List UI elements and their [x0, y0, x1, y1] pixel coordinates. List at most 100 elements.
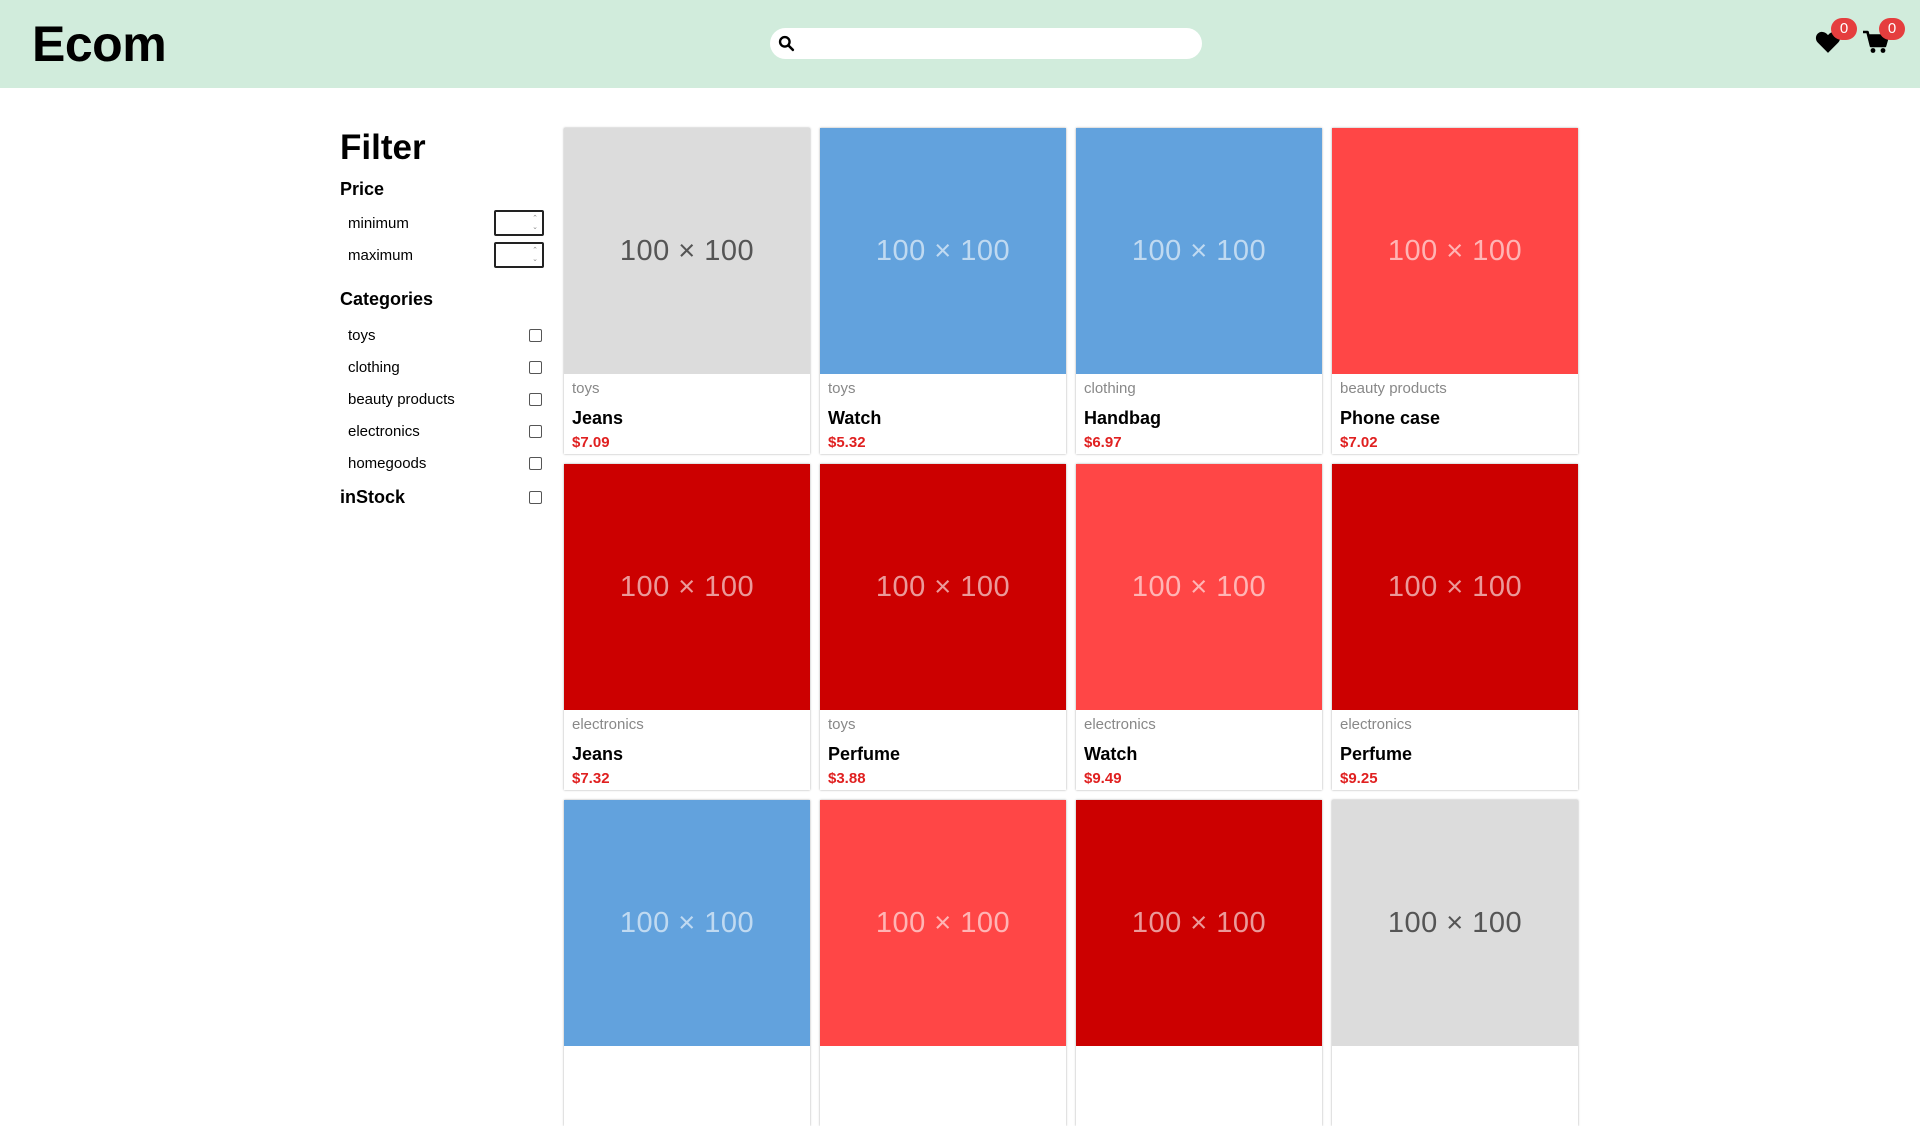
product-category: electronics [1084, 716, 1156, 733]
product-image-text: 100 × 100 [619, 570, 755, 603]
product-price: $3.88 [828, 770, 866, 787]
max-price-label: maximum [348, 247, 414, 264]
product-image[interactable]: 100 × 100 [1076, 800, 1322, 1046]
search-input[interactable] [802, 32, 1192, 55]
filter-title: Filter [340, 128, 426, 167]
instock-row: inStock [340, 482, 545, 514]
product-card[interactable]: 100 × 100 [820, 800, 1066, 1126]
product-category: toys [828, 380, 856, 397]
product-card[interactable]: 100 × 100 clothing Handbag $6.97 [1076, 128, 1322, 454]
category-checkbox[interactable] [529, 393, 542, 406]
product-price: $9.25 [1340, 770, 1378, 787]
product-image-text: 100 × 100 [1131, 906, 1267, 939]
product-image[interactable]: 100 × 100 [820, 800, 1066, 1046]
category-label: clothing [348, 359, 400, 376]
category-checkbox[interactable] [529, 457, 542, 470]
product-name: Perfume [828, 744, 901, 764]
header: Ecom 0 0 [0, 0, 1920, 88]
categories-title: Categories [340, 289, 434, 309]
category-checkbox[interactable] [529, 329, 542, 342]
category-label: homegoods [348, 455, 427, 472]
instock-checkbox[interactable] [529, 491, 542, 504]
product-image-text: 100 × 100 [1131, 570, 1267, 603]
min-price-label: minimum [348, 215, 409, 232]
category-checkbox[interactable] [529, 361, 542, 374]
min-price-input[interactable]: ⌃ ⌄ [494, 210, 544, 236]
product-category: beauty products [1340, 380, 1447, 397]
cart-count-badge: 0 [1879, 18, 1905, 40]
logo[interactable]: Ecom [32, 14, 167, 74]
product-image[interactable]: 100 × 100 [564, 800, 810, 1046]
product-price: $5.32 [828, 434, 866, 451]
product-image[interactable]: 100 × 100 [1332, 800, 1578, 1046]
product-price: $7.02 [1340, 434, 1378, 451]
product-image-text: 100 × 100 [875, 906, 1011, 939]
category-row[interactable]: toys [340, 320, 545, 352]
stepper-icon[interactable]: ⌃ ⌄ [531, 246, 539, 264]
product-name: Jeans [572, 744, 624, 764]
product-price: $7.32 [572, 770, 610, 787]
product-image[interactable]: 100 × 100 [1076, 464, 1322, 710]
product-card[interactable]: 100 × 100 [564, 800, 810, 1126]
wishlist-count-badge: 0 [1831, 18, 1857, 40]
search-bar[interactable] [770, 28, 1202, 59]
category-row[interactable]: electronics [340, 416, 545, 448]
category-row[interactable]: beauty products [340, 384, 545, 416]
min-price-row: minimum ⌃ ⌄ [340, 208, 545, 240]
product-category: electronics [572, 716, 644, 733]
product-image-text: 100 × 100 [619, 906, 755, 939]
product-card[interactable]: 100 × 100 toys Jeans $7.09 [564, 128, 810, 454]
category-checkbox[interactable] [529, 425, 542, 438]
product-name: Watch [1084, 744, 1138, 764]
product-price: $7.09 [572, 434, 610, 451]
product-name: Phone case [1340, 408, 1441, 428]
product-grid: 100 × 100 toys Jeans $7.09 100 × 100 toys Watc… [564, 128, 1578, 1126]
product-card[interactable]: 100 × 100 toys Perfume $3.88 [820, 464, 1066, 790]
price-title: Price [340, 179, 385, 199]
product-card[interactable]: 100 × 100 electronics Watch $9.49 [1076, 464, 1322, 790]
max-price-input[interactable]: ⌃ ⌄ [494, 242, 544, 268]
product-name: Jeans [572, 408, 624, 428]
product-image-text: 100 × 100 [875, 570, 1011, 603]
filter-sidebar: Filter Price minimum ⌃ ⌄ maximum ⌃ ⌄ Categ… [340, 126, 545, 514]
product-image-text: 100 × 100 [875, 234, 1011, 267]
product-price: $9.49 [1084, 770, 1122, 787]
stepper-icon[interactable]: ⌃ ⌄ [531, 214, 539, 232]
product-image[interactable]: 100 × 100 [1332, 464, 1578, 710]
product-category: toys [572, 380, 600, 397]
product-image[interactable]: 100 × 100 [820, 128, 1066, 374]
search-icon[interactable] [778, 35, 795, 52]
product-image-text: 100 × 100 [619, 234, 755, 267]
product-image[interactable]: 100 × 100 [820, 464, 1066, 710]
product-name: Perfume [1340, 744, 1413, 764]
product-image[interactable]: 100 × 100 [564, 464, 810, 710]
category-row[interactable]: homegoods [340, 448, 545, 480]
product-card[interactable]: 100 × 100 [1332, 800, 1578, 1126]
product-card[interactable]: 100 × 100 electronics Perfume $9.25 [1332, 464, 1578, 790]
product-category: electronics [1340, 716, 1412, 733]
product-category: clothing [1084, 380, 1136, 397]
product-image-text: 100 × 100 [1387, 234, 1523, 267]
category-label: beauty products [348, 391, 455, 408]
product-name: Watch [828, 408, 882, 428]
category-label: toys [348, 327, 376, 344]
product-category: toys [828, 716, 856, 733]
product-card[interactable]: 100 × 100 toys Watch $5.32 [820, 128, 1066, 454]
product-card[interactable]: 100 × 100 [1076, 800, 1322, 1126]
product-image-text: 100 × 100 [1131, 234, 1267, 267]
product-card[interactable]: 100 × 100 beauty products Phone case $7.02 [1332, 128, 1578, 454]
instock-label: inStock [340, 487, 406, 507]
category-list: toys clothing beauty products electronics ho… [340, 320, 545, 480]
category-row[interactable]: clothing [340, 352, 545, 384]
max-price-row: maximum ⌃ ⌄ [340, 240, 545, 272]
product-image[interactable]: 100 × 100 [1332, 128, 1578, 374]
product-image-text: 100 × 100 [1387, 570, 1523, 603]
product-image-text: 100 × 100 [1387, 906, 1523, 939]
product-name: Handbag [1084, 408, 1162, 428]
product-image[interactable]: 100 × 100 [1076, 128, 1322, 374]
product-card[interactable]: 100 × 100 electronics Jeans $7.32 [564, 464, 810, 790]
wishlist-button[interactable]: 0 [1813, 18, 1857, 58]
category-label: electronics [348, 423, 420, 440]
product-image[interactable]: 100 × 100 [564, 128, 810, 374]
cart-button[interactable]: 0 [1861, 18, 1905, 58]
